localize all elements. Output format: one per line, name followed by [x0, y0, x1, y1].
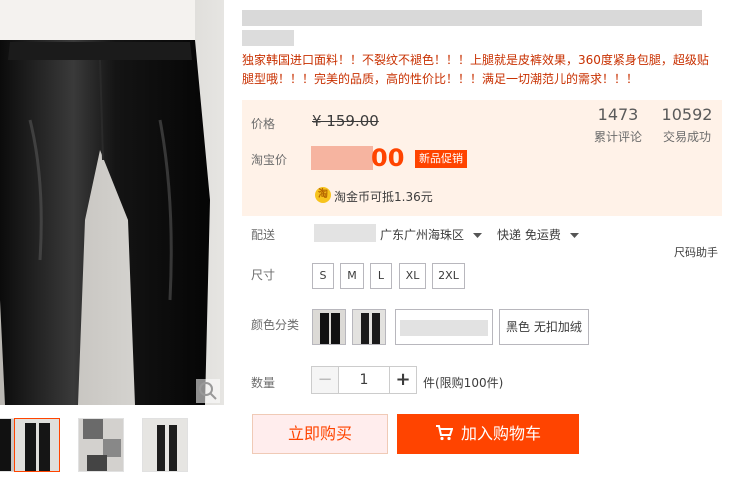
size-label: 尺寸 — [251, 268, 276, 282]
thumbnail-4[interactable] — [142, 418, 188, 472]
reviews-count[interactable]: 1473 — [578, 105, 658, 124]
size-option-l[interactable]: L — [370, 263, 392, 289]
size-helper-link[interactable]: 尺码助手 — [674, 244, 718, 260]
product-title-blurred — [242, 4, 712, 48]
buy-now-button[interactable]: 立即购买 — [252, 414, 388, 454]
color-option-black-fleece[interactable]: 黑色 无扣加绒 — [499, 309, 589, 345]
size-option-s[interactable]: S — [312, 263, 334, 289]
promo-price-visible: 00 — [371, 144, 405, 172]
sold-label: 交易成功 — [662, 130, 711, 144]
taobao-price-label: 淘宝价 — [251, 153, 288, 167]
quantity-label: 数量 — [251, 376, 276, 390]
reviews-label[interactable]: 累计评论 — [578, 128, 658, 145]
caret-down-icon — [472, 232, 482, 238]
quantity-increment-button[interactable]: + — [389, 366, 417, 394]
add-to-cart-button[interactable]: 加入购物车 — [397, 414, 579, 454]
promo-tag-badge: 新品促销 — [415, 150, 467, 168]
shipping-label: 配送 — [251, 228, 276, 242]
caret-down-icon — [569, 232, 579, 238]
size-option-m[interactable]: M — [340, 263, 364, 289]
zoom-search-icon[interactable] — [196, 379, 220, 403]
quantity-input[interactable]: 1 — [339, 366, 389, 394]
shipping-method: 快递 免运费 — [497, 228, 561, 242]
shipping-method-select[interactable]: 快递 免运费 — [497, 226, 579, 243]
size-option-2xl[interactable]: 2XL — [432, 263, 465, 289]
price-label: 价格 — [251, 117, 276, 131]
sold-count: 10592 — [661, 105, 713, 124]
color-swatch-2[interactable] — [352, 309, 386, 345]
shipping-destination: 广东广州海珠区 — [380, 228, 465, 242]
promo-price-blurred — [311, 146, 373, 170]
ship-from-blurred — [314, 224, 376, 242]
cart-icon — [435, 425, 453, 441]
shipping-destination-select[interactable]: 广东广州海珠区 — [380, 226, 482, 243]
coin-icon: 淘 — [315, 187, 331, 203]
promo-price: 00 — [311, 143, 407, 173]
coin-discount-text: 淘金币可抵1.36元 — [334, 190, 433, 204]
size-option-xl[interactable]: XL — [399, 263, 426, 289]
quantity-limit-text: 件(限购100件) — [423, 376, 504, 390]
product-description: 独家韩国进口面料！！不裂纹不褪色！！！上腿就是皮裤效果，360度紧身包腿，超级贴… — [242, 53, 709, 86]
color-swatch-1[interactable] — [312, 309, 346, 345]
quantity-decrement-button[interactable]: − — [311, 366, 339, 394]
color-label: 颜色分类 — [251, 318, 300, 332]
main-product-image[interactable] — [0, 0, 224, 405]
thumbnail-2[interactable] — [14, 418, 60, 472]
color-option-blurred[interactable] — [395, 309, 493, 345]
thumbnail-3[interactable] — [78, 418, 124, 472]
add-to-cart-label: 加入购物车 — [460, 424, 541, 443]
original-price: ¥ 159.00 — [312, 112, 379, 130]
